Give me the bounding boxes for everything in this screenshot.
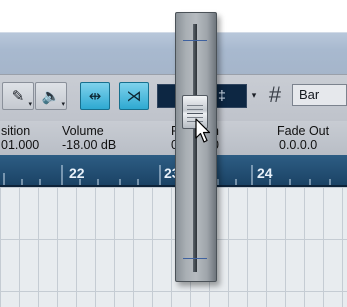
speaker-icon: 🔈 (41, 88, 61, 105)
info-label: Volume (62, 124, 104, 138)
ruler-mark-22: 22 (69, 165, 85, 181)
chevron-down-icon: ▾ (251, 89, 257, 100)
arrow-cursor-icon (195, 118, 211, 143)
cubase-project-window: ✎ ▾ 🔈 ▾ ⇹ ⋊ ‡ ▾ # Bar sition 01.000 Volume… (0, 0, 347, 307)
grid-field-text: ‡ (218, 87, 226, 103)
info-value: 0.0.0.0 (279, 138, 318, 152)
split-tool-button[interactable]: ⇹ (80, 82, 110, 110)
info-value: 01.000 (1, 138, 40, 152)
info-label: sition (1, 124, 31, 138)
info-fade-out[interactable]: Fade Out 0.0.0.0 (277, 124, 329, 152)
info-volume[interactable]: Volume -18.00 dB (62, 124, 116, 152)
fader-track (193, 24, 197, 272)
info-value: -18.00 dB (62, 138, 117, 152)
grid-mode-select[interactable]: Bar (292, 84, 347, 106)
info-label: Fade Out (277, 124, 330, 138)
draw-tool-button[interactable]: ✎ ▾ (2, 82, 34, 110)
grid-mode-value: Bar (299, 87, 320, 102)
grid-dropdown-button[interactable]: ▾ (248, 84, 260, 106)
play-tool-button[interactable]: 🔈 ▾ (35, 82, 67, 110)
title-area (0, 0, 347, 32)
ruler-mark-24: 24 (257, 165, 273, 181)
event-display-grid[interactable] (0, 187, 347, 307)
fader-bottom-marker (183, 258, 207, 259)
info-position[interactable]: sition 01.000 (1, 124, 39, 152)
glue-tool-button[interactable]: ⋊ (119, 82, 149, 110)
split-icon: ⇹ (88, 88, 102, 105)
window-titlebar (0, 32, 347, 75)
pencil-icon: ✎ (11, 88, 25, 105)
fader-top-marker (183, 40, 207, 41)
glue-icon: ⋊ (126, 88, 142, 105)
hash-icon[interactable]: # (263, 83, 287, 107)
